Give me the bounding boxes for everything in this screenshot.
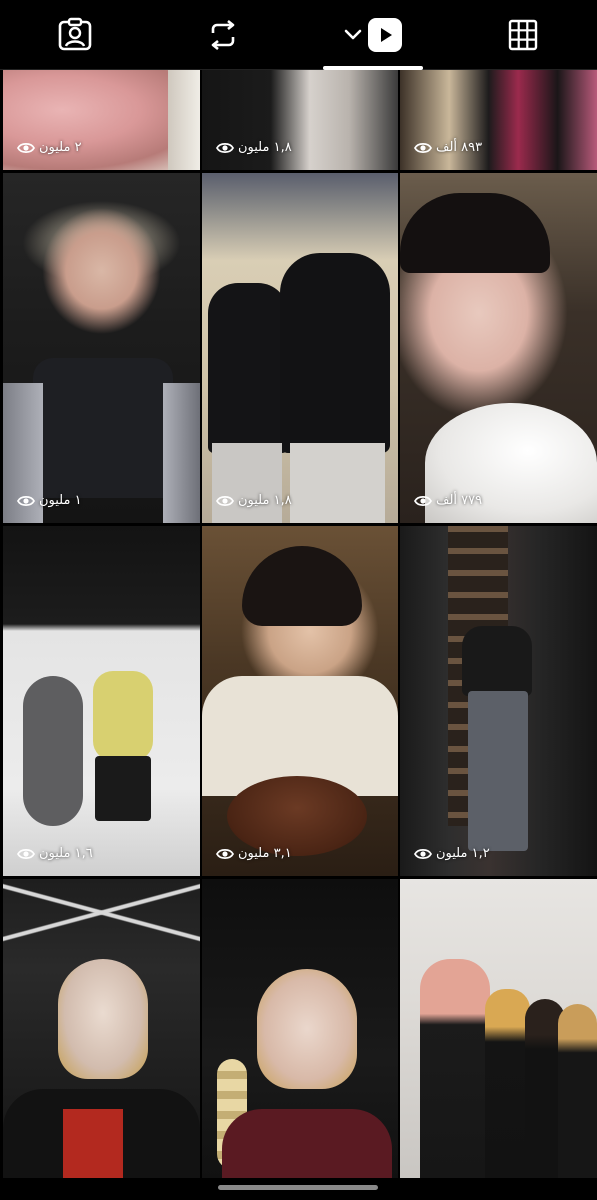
view-count: ١,٢ مليون — [414, 846, 490, 862]
dancer — [485, 989, 530, 1178]
grid-icon — [508, 19, 538, 51]
pants-left — [212, 443, 282, 523]
video-thumbnail[interactable]: ٧٧٩ ألف — [400, 173, 597, 523]
view-count-text: ٢ مليون — [39, 140, 82, 155]
video-thumbnail[interactable] — [400, 879, 597, 1178]
chevron-down-icon — [344, 29, 362, 40]
view-count-text: ١ مليون — [39, 493, 82, 508]
grid-tab[interactable] — [478, 0, 568, 70]
blonde-person-face — [58, 959, 148, 1079]
view-count: ٧٧٩ ألف — [414, 493, 482, 509]
video-thumbnail[interactable]: ١,٢ مليون — [400, 526, 597, 876]
profile-tab[interactable] — [30, 0, 120, 70]
person-grey — [23, 676, 83, 826]
eye-icon — [216, 495, 234, 507]
jeans — [468, 691, 528, 851]
video-thumbnail[interactable] — [3, 879, 200, 1178]
profile-videos-screen: ٢ مليون ١,٨ مليون ٨٩٣ ألف ١ مليون ١,٨ مل… — [0, 0, 597, 1200]
video-thumbnail[interactable]: ٨٩٣ ألف — [400, 70, 597, 170]
hair-strand — [168, 70, 200, 170]
view-count: ٨٩٣ ألف — [414, 140, 482, 156]
view-count: ١,٨ مليون — [216, 140, 292, 156]
eye-icon — [17, 495, 35, 507]
blonde-person-face — [257, 969, 357, 1089]
dancer-front — [420, 959, 490, 1178]
eye-icon — [414, 848, 432, 860]
repost-arrows-icon — [211, 19, 235, 51]
video-thumbnail[interactable]: ٣,١ مليون — [202, 526, 398, 876]
ceiling-truss — [3, 879, 200, 969]
repost-tab[interactable] — [178, 0, 268, 70]
person-right — [280, 253, 390, 453]
pants-right — [290, 443, 385, 523]
vest — [33, 358, 173, 498]
dancer — [558, 1004, 597, 1178]
red-jacket — [222, 1109, 392, 1178]
view-count: ١ مليون — [17, 493, 82, 509]
eye-icon — [17, 848, 35, 860]
eye-icon — [17, 142, 35, 154]
view-count: ١,٨ مليون — [216, 493, 292, 509]
video-thumbnail[interactable]: ١,٨ مليون — [202, 173, 398, 523]
view-count-text: ١,٢ مليون — [436, 846, 490, 861]
play-icon — [381, 28, 392, 42]
eye-icon — [414, 142, 432, 154]
black-skirt — [95, 756, 151, 821]
video-grid: ٢ مليون ١,٨ مليون ٨٩٣ ألف ١ مليون ١,٨ مل… — [0, 70, 597, 1178]
view-count: ١,٦ مليون — [17, 846, 93, 862]
view-count-text: ٧٧٩ ألف — [436, 493, 483, 508]
play-icon-box — [368, 18, 402, 52]
eye-icon — [414, 495, 432, 507]
person-left — [208, 283, 288, 453]
birthday-cake — [227, 776, 367, 856]
view-count-text: ١,٨ مليون — [238, 493, 292, 508]
video-thumbnail[interactable]: ٢ مليون — [3, 70, 200, 170]
view-count-text: ١,٨ مليون — [238, 140, 292, 155]
view-count: ٣,١ مليون — [216, 846, 292, 862]
home-indicator[interactable] — [218, 1185, 378, 1190]
video-thumbnail[interactable]: ١,٦ مليون — [3, 526, 200, 876]
fur-coat — [163, 383, 200, 523]
black-jacket — [462, 626, 532, 696]
video-thumbnail[interactable]: ١ مليون — [3, 173, 200, 523]
person-square-icon — [58, 17, 92, 51]
red-shirt — [63, 1109, 123, 1178]
videos-tab[interactable] — [323, 0, 423, 70]
profile-tab-bar — [0, 0, 597, 70]
view-count-text: ٨٩٣ ألف — [436, 140, 483, 155]
view-count-text: ٣,١ مليون — [238, 846, 292, 861]
video-thumbnail[interactable] — [202, 879, 398, 1178]
view-count-text: ١,٦ مليون — [39, 846, 93, 861]
video-thumbnail[interactable]: ١,٨ مليون — [202, 70, 398, 170]
person-yellow-top — [93, 671, 153, 761]
view-count: ٢ مليون — [17, 140, 82, 156]
eye-icon — [216, 848, 234, 860]
eye-icon — [216, 142, 234, 154]
